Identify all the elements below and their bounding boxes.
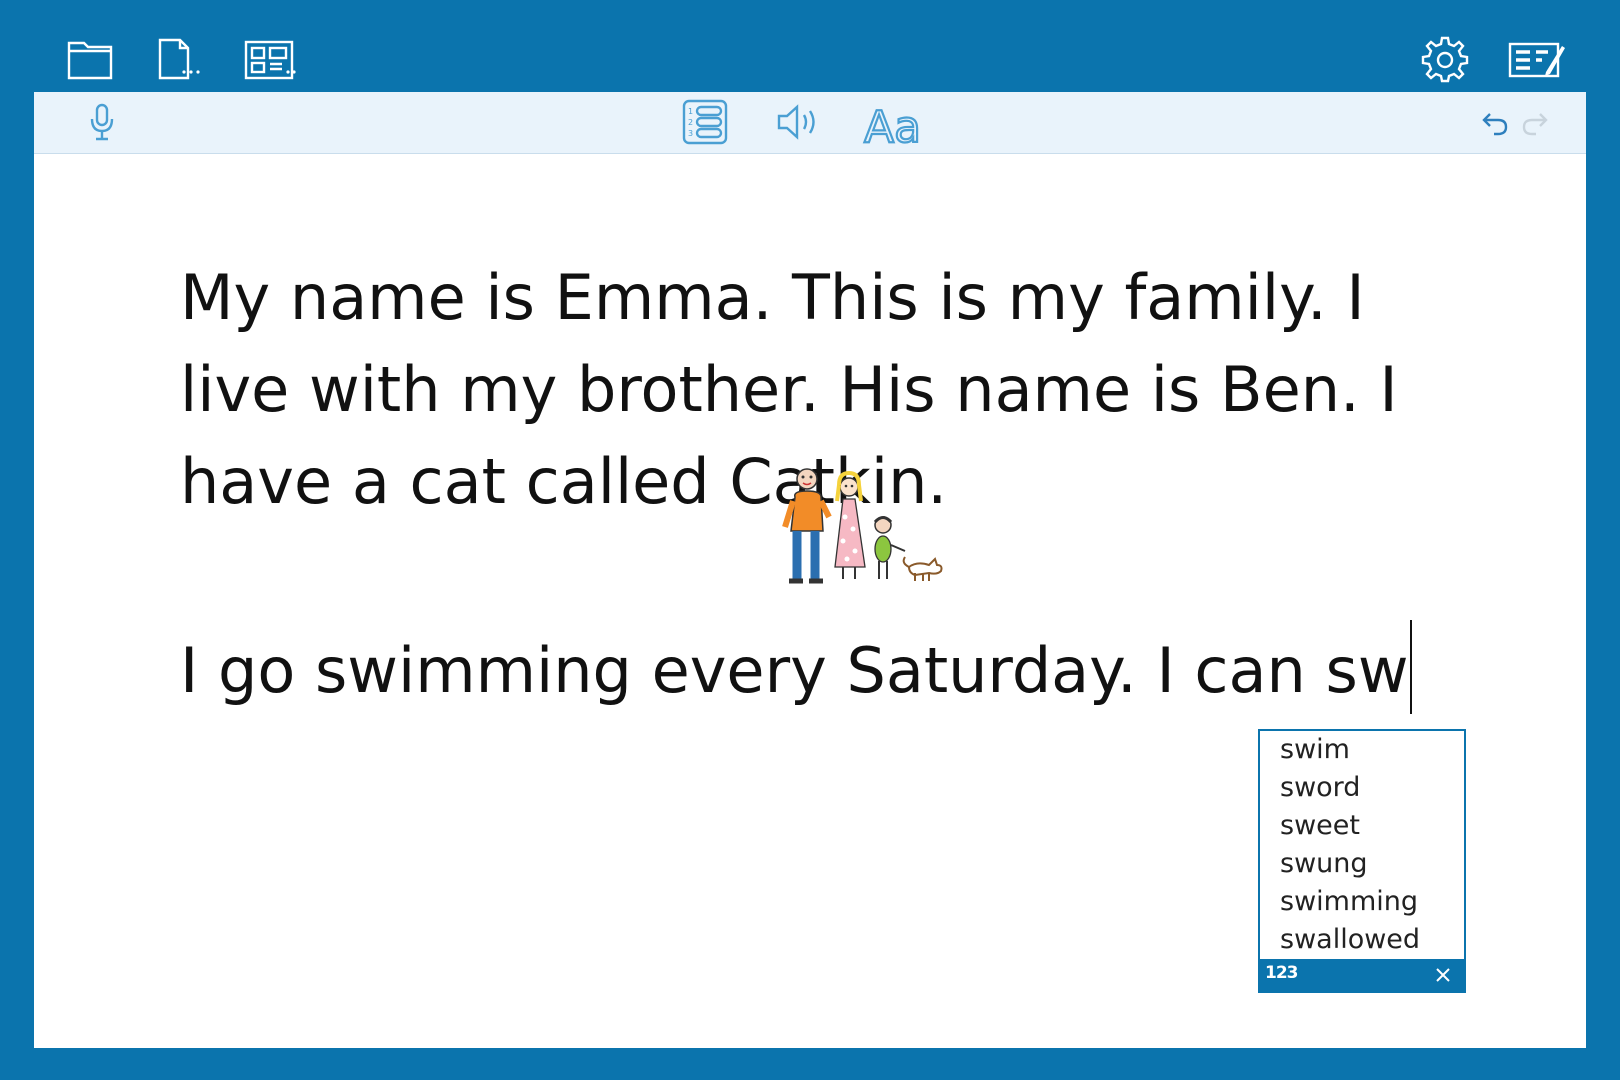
layout-grid-icon[interactable]	[244, 34, 300, 84]
word-prediction-popup: swim sword sweet swung swimming swallowe…	[1258, 729, 1466, 993]
gear-icon[interactable]	[1420, 34, 1470, 84]
microphone-icon[interactable]	[86, 102, 118, 142]
top-bar	[0, 0, 1620, 92]
list-number-1: 1	[688, 107, 693, 116]
redo-icon[interactable]	[1520, 108, 1550, 138]
paragraph-2-text: I go swimming every Saturday. I can sw	[180, 634, 1409, 707]
undo-icon[interactable]	[1480, 108, 1510, 138]
paragraph-2: I go swimming every Saturday. I can sw	[180, 620, 1480, 717]
suggestion-footer: 123	[1260, 959, 1464, 991]
numbered-shortcuts-button[interactable]: 123	[1265, 963, 1298, 983]
list-number-3: 3	[688, 129, 693, 138]
suggestion-item-sweet[interactable]: sweet	[1280, 807, 1464, 845]
document-more-icon[interactable]	[154, 34, 204, 84]
suggestion-list: swim sword sweet swung swimming swallowe…	[1260, 731, 1464, 959]
speaker-icon[interactable]	[776, 102, 822, 142]
list-number-2: 2	[688, 118, 693, 127]
suggestion-item-sword[interactable]: sword	[1280, 769, 1464, 807]
font-label: Aa	[864, 102, 921, 150]
document-page[interactable]: 1 2 3 Aa My name is Emma. This is my fam…	[34, 92, 1586, 1048]
close-icon[interactable]	[1434, 966, 1452, 984]
family-drawing-image	[769, 467, 969, 597]
write-panel-icon[interactable]	[1508, 34, 1566, 84]
folder-icon[interactable]	[66, 34, 116, 84]
text-caret	[1409, 620, 1412, 714]
numbered-list-icon[interactable]: 1 2 3	[682, 99, 728, 145]
suggestion-item-swimming[interactable]: swimming	[1280, 883, 1464, 921]
formatting-toolbar: 1 2 3 Aa	[34, 92, 1586, 154]
suggestion-item-swung[interactable]: swung	[1280, 845, 1464, 883]
font-icon[interactable]: Aa	[862, 96, 926, 150]
suggestion-item-swallowed[interactable]: swallowed	[1280, 921, 1464, 959]
suggestion-item-swim[interactable]: swim	[1280, 731, 1464, 769]
